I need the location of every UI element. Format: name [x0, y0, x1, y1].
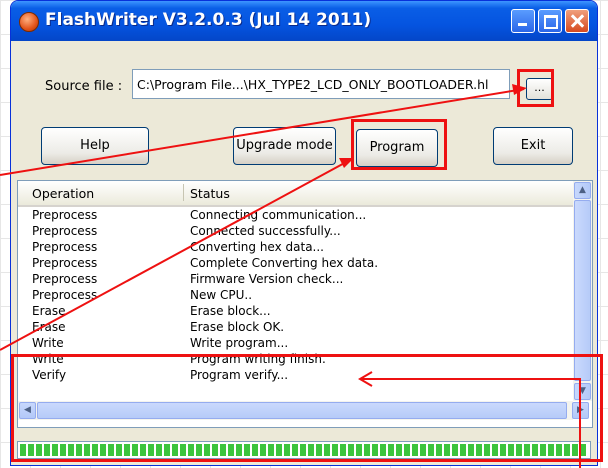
row-operation: Preprocess — [32, 256, 98, 270]
horizontal-scrollbar[interactable]: ◀ ▶ — [18, 401, 589, 420]
row-status: Complete Converting hex data. — [190, 256, 379, 270]
row-operation: Preprocess — [32, 224, 98, 238]
maximize-icon[interactable] — [538, 9, 562, 33]
row-status: Erase block OK. — [190, 320, 285, 334]
row-operation: Verify — [32, 368, 67, 382]
row-operation: Erase — [32, 320, 66, 334]
window-title: FlashWriter V3.2.0.3 (Jul 14 2011) — [45, 10, 372, 30]
program-button[interactable]: Program — [356, 129, 438, 167]
scroll-down-icon[interactable]: ▼ — [574, 383, 591, 400]
row-operation: Erase — [32, 304, 66, 318]
log-row[interactable]: Preprocess Connected successfully... — [18, 223, 573, 239]
horizontal-scroll-thumb[interactable] — [37, 402, 567, 419]
row-operation: Preprocess — [32, 272, 98, 286]
source-file-label: Source file : — [45, 79, 123, 94]
log-row[interactable]: Preprocess Converting hex data... — [18, 239, 573, 255]
vertical-scrollbar[interactable]: ▲ ▼ — [573, 181, 592, 401]
log-row[interactable]: Preprocess Connecting communication... — [18, 207, 573, 223]
log-row[interactable]: Preprocess Complete Converting hex data. — [18, 255, 573, 271]
progress-bar — [17, 441, 591, 459]
log-row[interactable]: Erase Erase block OK. — [18, 319, 573, 335]
exit-button[interactable]: Exit — [493, 127, 573, 165]
vertical-scroll-thumb[interactable] — [574, 200, 591, 381]
log-row[interactable]: Erase Erase block... — [18, 303, 573, 319]
row-status: Converting hex data... — [190, 240, 324, 254]
row-status: Connected successfully... — [190, 224, 341, 238]
row-operation: Write — [32, 336, 64, 350]
close-icon[interactable] — [565, 9, 589, 33]
row-status: Program verify... — [190, 368, 289, 382]
row-operation: Preprocess — [32, 288, 98, 302]
scroll-up-icon[interactable]: ▲ — [574, 182, 591, 199]
log-row[interactable]: Write Write program... — [18, 335, 573, 351]
help-button[interactable]: Help — [41, 127, 149, 165]
log-row[interactable]: Write Program writing finish. — [18, 351, 573, 367]
column-header-operation[interactable]: Operation — [32, 186, 94, 201]
log-row[interactable]: Preprocess New CPU.. — [18, 287, 573, 303]
source-file-field[interactable]: C:\Program File...\HX_TYPE2_LCD_ONLY_BOO… — [132, 69, 510, 99]
row-status: Erase block... — [190, 304, 271, 318]
minimize-icon[interactable] — [511, 9, 535, 33]
title-bar[interactable]: FlashWriter V3.2.0.3 (Jul 14 2011) — [11, 1, 597, 41]
row-status: Write program... — [190, 336, 289, 350]
browse-button[interactable]: ... — [526, 78, 553, 100]
flashwriter-app-icon — [19, 12, 39, 32]
row-operation: Preprocess — [32, 240, 98, 254]
row-operation: Preprocess — [32, 208, 98, 222]
scroll-right-icon[interactable]: ▶ — [572, 402, 589, 419]
list-header: Operation Status — [18, 181, 573, 207]
column-divider[interactable] — [183, 184, 184, 201]
row-status: Connecting communication... — [190, 208, 367, 222]
flashwriter-window: FlashWriter V3.2.0.3 (Jul 14 2011) Sourc… — [10, 0, 598, 466]
log-row[interactable]: Verify Program verify... — [18, 367, 573, 383]
log-row[interactable]: Preprocess Firmware Version check... — [18, 271, 573, 287]
operation-log-list[interactable]: Operation Status Preprocess Connecting co… — [17, 180, 593, 428]
upgrade-mode-button[interactable]: Upgrade mode — [233, 127, 336, 165]
row-status: Firmware Version check... — [190, 272, 344, 286]
row-status: Program writing finish. — [190, 352, 326, 366]
row-status: New CPU.. — [190, 288, 253, 302]
log-rows: Preprocess Connecting communication... Pr… — [18, 207, 573, 383]
progress-fill — [20, 444, 588, 456]
row-operation: Write — [32, 352, 64, 366]
column-header-status[interactable]: Status — [190, 186, 230, 201]
scroll-left-icon[interactable]: ◀ — [19, 402, 36, 419]
